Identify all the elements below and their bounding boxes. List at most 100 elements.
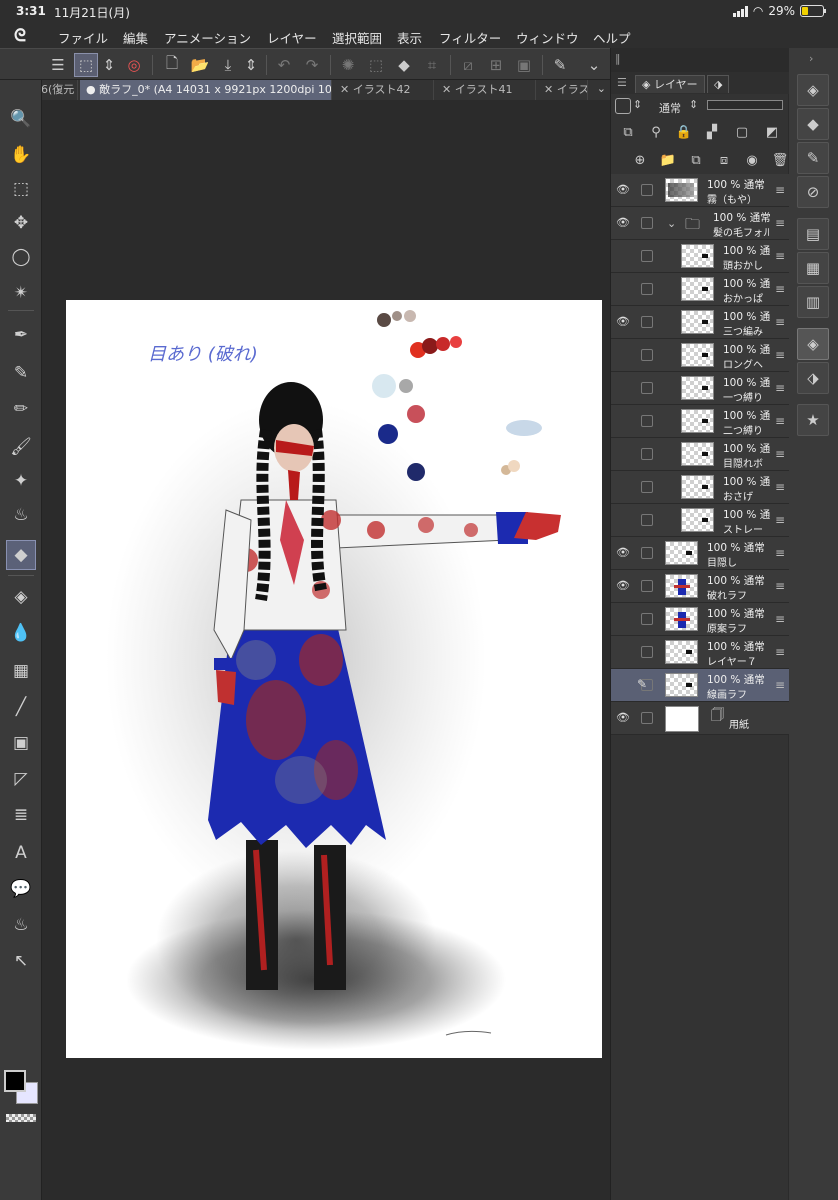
move-tool[interactable]: ✥ (6, 208, 36, 238)
visibility-eye-icon[interactable] (615, 513, 631, 527)
menu-help[interactable]: ヘルプ (593, 28, 631, 47)
new-canvas-icon[interactable]: 🗋 (160, 53, 184, 77)
visibility-eye-icon[interactable]: 👁 (615, 216, 631, 230)
chevron-down-icon[interactable]: ⌄ (582, 53, 606, 77)
snap-icon[interactable]: ▣ (512, 53, 536, 77)
layer-drag-handle-icon[interactable]: ≡ (775, 678, 785, 692)
frame-tool[interactable]: ◸ (6, 764, 36, 794)
layer-mask-icon[interactable]: ◉ (743, 151, 761, 169)
layer-drag-handle-icon[interactable]: ≡ (775, 546, 785, 560)
layer-check-box[interactable] (641, 448, 653, 460)
canvas-paper[interactable]: 目あり (破れ) (66, 300, 602, 1058)
pencil-tool[interactable]: ✏ (6, 394, 36, 424)
layer-drag-handle-icon[interactable]: ≡ (775, 645, 785, 659)
select-layer-icon[interactable]: ⬚ (74, 53, 98, 77)
visibility-eye-icon[interactable] (615, 480, 631, 494)
up-down-icon[interactable]: ⇕ (100, 53, 118, 77)
chevron-updown-icon[interactable]: ⇕ (633, 98, 642, 111)
tab-illust-42[interactable]: ✕ イラスト42 (334, 80, 434, 100)
pen-tool[interactable]: ✎ (6, 358, 36, 388)
tab-scroll-icon[interactable]: ⌄ (597, 82, 606, 95)
lock-transparent-icon[interactable]: ▞ (703, 123, 721, 141)
grid-icon[interactable]: ⊞ (484, 53, 508, 77)
copy-layer-icon[interactable]: ⧉ (687, 151, 705, 169)
eraser-tool[interactable]: ◆ (6, 540, 36, 570)
visibility-eye-icon[interactable] (615, 612, 631, 626)
layer-color-icon[interactable] (615, 98, 631, 114)
folder-expand-chevron-icon[interactable]: ⌄ (667, 217, 676, 230)
canvas-area[interactable]: 目あり (破れ) (43, 100, 608, 1200)
layer-row[interactable]: 👁 100 % 通常 目隠し ≡ (611, 537, 789, 570)
layer-row[interactable]: 👁 🗍 用紙 (611, 702, 789, 735)
layer-row[interactable]: 100 % 通一つ縛り ≡ (611, 372, 789, 405)
mesh-tool[interactable]: ▦ (6, 656, 36, 686)
zoom-tool[interactable]: 🔍 (6, 104, 36, 134)
panel-grip-icon[interactable]: ‖ (615, 52, 621, 65)
opacity-slider[interactable] (707, 100, 783, 110)
visibility-eye-icon[interactable] (615, 447, 631, 461)
blend-tool[interactable]: 💧 (6, 618, 36, 648)
hand-tool[interactable]: ✋ (6, 140, 36, 170)
mask-toggle-icon[interactable]: ◩ (763, 123, 781, 141)
layer-check-box[interactable] (641, 547, 653, 559)
lasso-tool[interactable]: ◯ (6, 242, 36, 272)
decoration-tool[interactable]: ♨ (6, 910, 36, 940)
open-folder-icon[interactable]: 📂 (188, 53, 212, 77)
operation-tool[interactable]: ⬚ (6, 174, 36, 204)
layer-row[interactable]: 100 % 通目隠れボブ ≡ (611, 438, 789, 471)
text-tool[interactable]: A (6, 838, 36, 868)
layer-drag-handle-icon[interactable]: ≡ (775, 249, 785, 263)
undo-icon[interactable]: ↶ (272, 53, 296, 77)
airbrush-tool[interactable]: ♨ (6, 500, 36, 530)
main-color-swatch[interactable] (4, 1070, 26, 1092)
ruler-tool[interactable]: ≣ (6, 800, 36, 830)
tab-layer-property[interactable]: ⬗ (707, 75, 730, 93)
menu-view[interactable]: 表示 (397, 28, 422, 47)
visibility-eye-icon[interactable]: 👁 (615, 579, 631, 593)
color-set-icon[interactable]: ◆ (797, 108, 829, 140)
layer-row[interactable]: 100 % 通二つ縛りの ≡ (611, 405, 789, 438)
layer-drag-handle-icon[interactable]: ≡ (775, 513, 785, 527)
menu-window[interactable]: ウィンドウ (516, 28, 579, 47)
eyedropper-tool[interactable]: ✒ (6, 320, 36, 350)
blend-mode-chevron-icon[interactable]: ⇕ (689, 98, 698, 111)
visibility-eye-icon[interactable] (615, 678, 631, 692)
layer-row[interactable]: 100 % 通おさげ ≡ (611, 471, 789, 504)
correct-line-tool[interactable]: ↖ (6, 946, 36, 976)
menu-edit[interactable]: 編集 (123, 28, 148, 47)
layer-check-box[interactable] (641, 712, 653, 724)
reference-icon[interactable]: ⚲ (647, 123, 665, 141)
layer-drag-handle-icon[interactable]: ≡ (775, 414, 785, 428)
menu-selection[interactable]: 選択範囲 (332, 28, 382, 47)
visibility-eye-icon[interactable] (615, 282, 631, 296)
layer-row[interactable]: 👁 100 % 通常 霧（もや） ≡ (611, 174, 789, 207)
tab-illust-41[interactable]: ✕ イラスト41 (436, 80, 536, 100)
edit-icon[interactable]: ✎ (548, 53, 572, 77)
layer-drag-handle-icon[interactable]: ≡ (775, 381, 785, 395)
redo-icon[interactable]: ↷ (300, 53, 324, 77)
fill-outside-icon[interactable]: ⬚ (364, 53, 388, 77)
new-folder-icon[interactable]: 📁 (659, 151, 677, 169)
layer-drag-handle-icon[interactable]: ≡ (775, 216, 785, 230)
layer-icon[interactable]: ◈ (797, 328, 829, 360)
sparkle-tool[interactable]: ✦ (6, 466, 36, 496)
layer-row[interactable]: 100 % 通ストレート ≡ (611, 504, 789, 537)
save-icon[interactable]: ⤓ (216, 53, 240, 77)
layer-row[interactable]: 100 % 通おかっぱボ ≡ (611, 273, 789, 306)
layer-drag-handle-icon[interactable]: ≡ (775, 348, 785, 362)
visibility-eye-icon[interactable]: 👁 (615, 315, 631, 329)
visibility-eye-icon[interactable]: 👁 (615, 546, 631, 560)
layer-drag-handle-icon[interactable]: ≡ (775, 480, 785, 494)
fill-icon[interactable]: ◆ (392, 53, 416, 77)
new-layer-icon[interactable]: ⊕ (631, 151, 649, 169)
layer-drag-handle-icon[interactable]: ≡ (775, 315, 785, 329)
layer-check-box[interactable] (641, 316, 653, 328)
layer-check-box[interactable] (641, 514, 653, 526)
mask-icon[interactable]: ▢ (733, 123, 751, 141)
favorite-icon[interactable]: ★ (797, 404, 829, 436)
crop-icon[interactable]: ⌗ (420, 53, 444, 77)
brush-tool[interactable]: 🖌 (6, 432, 36, 462)
layer-check-box[interactable] (641, 283, 653, 295)
layer-row[interactable]: 100 % 通常 原案ラフ ≡ (611, 603, 789, 636)
layer-row[interactable]: 👁 100 % 通常 破れラフ ≡ (611, 570, 789, 603)
